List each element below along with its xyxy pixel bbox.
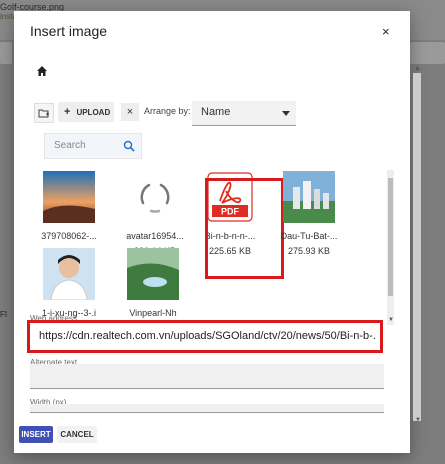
clear-button[interactable]: × — [121, 103, 139, 121]
image-thumbnail — [127, 248, 179, 300]
plus-icon: + — [64, 106, 71, 118]
arrange-by-select[interactable]: Name — [192, 101, 296, 126]
file-tile[interactable]: Vinpearl-Nh — [119, 248, 187, 318]
dialog-scroll-up-icon[interactable]: ▲ — [414, 65, 421, 72]
upload-button[interactable]: + UPLOAD — [58, 102, 114, 122]
arrange-by-label: Arrange by: — [144, 106, 191, 116]
file-size: 275.93 KB — [287, 246, 331, 256]
close-icon[interactable]: × — [382, 24, 390, 39]
panel-scroll-down-icon[interactable]: ▼ — [388, 317, 394, 323]
width-field[interactable] — [30, 404, 384, 413]
insert-button[interactable]: INSERT — [19, 426, 53, 443]
dialog-scroll-down-icon[interactable]: ▼ — [415, 417, 421, 423]
folder-add-icon — [38, 109, 49, 117]
image-thumbnail — [43, 171, 95, 223]
dialog-title: Insert image — [30, 23, 108, 39]
file-name: avatar16954... — [126, 231, 184, 241]
file-name: 379708062-... — [41, 231, 97, 241]
background-toolbar-left — [0, 42, 12, 64]
dropdown-caret-icon — [282, 111, 290, 116]
image-thumbnail — [283, 171, 335, 223]
image-thumbnail — [43, 248, 95, 301]
file-tile[interactable]: avatar16954... 336.14 KB — [121, 171, 189, 256]
alternate-text-field[interactable] — [30, 364, 384, 389]
arrange-by-value: Name — [201, 106, 231, 118]
dialog-scrollbar[interactable] — [413, 73, 421, 421]
web-address-field[interactable]: https://cdn.realtech.com.vn/uploads/SGOl… — [27, 320, 383, 353]
home-icon[interactable] — [36, 65, 48, 77]
file-name: Vinpearl-Nh — [129, 308, 177, 318]
upload-label: UPLOAD — [76, 107, 111, 117]
loading-spinner-icon — [140, 183, 170, 213]
close-small-icon: × — [126, 106, 134, 118]
file-tile[interactable]: Dau-Tu-Bat-... 275.93 KB — [275, 171, 343, 256]
file-name: Dau-Tu-Bat-... — [280, 231, 338, 241]
search-icon[interactable] — [123, 140, 135, 152]
panel-scrollbar-thumb[interactable] — [388, 178, 393, 296]
search-placeholder: Search — [54, 140, 86, 151]
panel-scrollbar[interactable] — [387, 170, 394, 325]
cancel-button[interactable]: CANCEL — [57, 426, 97, 443]
file-tile[interactable]: 1-i-xu-ng--3-.i — [35, 248, 103, 318]
file-tile[interactable]: 379708062-... — [35, 171, 103, 241]
search-input[interactable]: Search — [44, 133, 142, 159]
background-toolbar-right — [410, 42, 445, 64]
new-folder-button[interactable] — [34, 103, 54, 123]
web-address-value: https://cdn.realtech.com.vn/uploads/SGOl… — [39, 330, 375, 342]
background-left-label: FI — [0, 310, 8, 319]
selection-highlight — [205, 178, 284, 279]
